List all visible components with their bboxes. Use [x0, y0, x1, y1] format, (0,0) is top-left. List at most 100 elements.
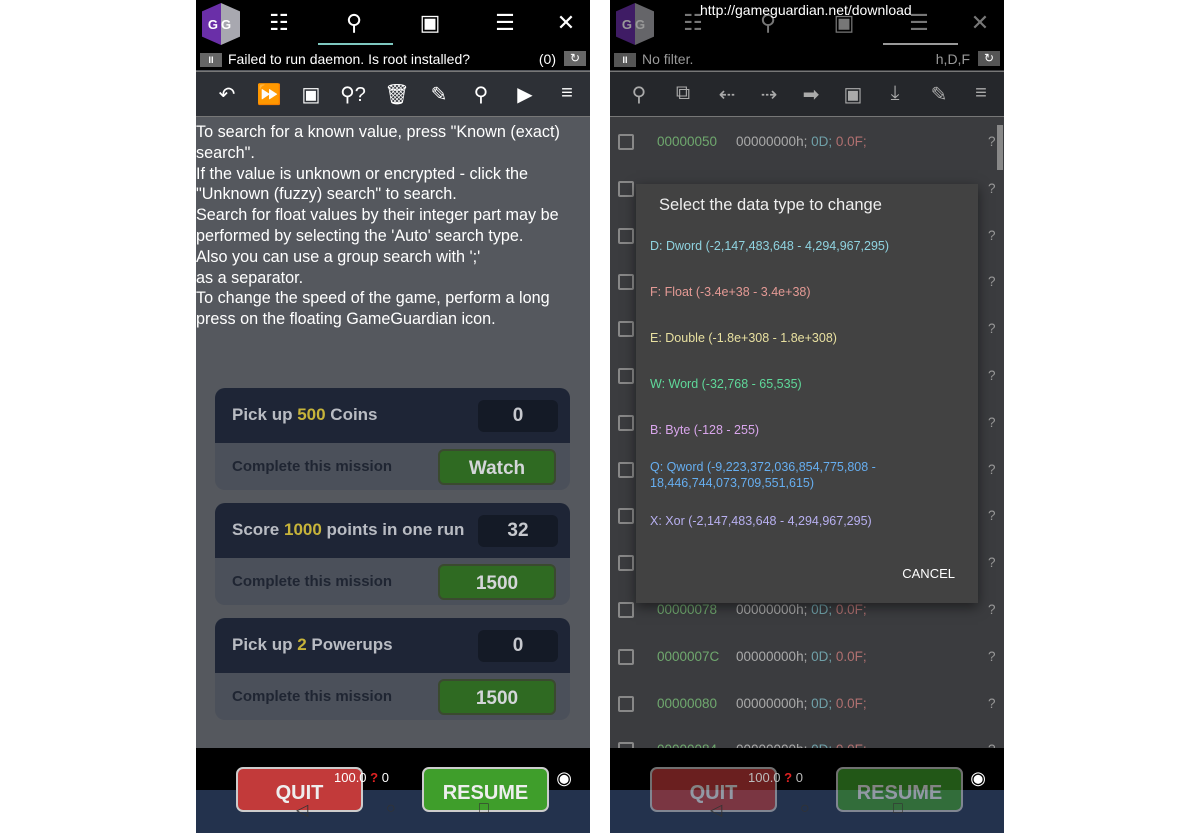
- status-text: Failed to run daemon. Is root installed?: [228, 51, 471, 67]
- search-check-icon[interactable]: ⚲: [624, 82, 654, 107]
- row-checkbox[interactable]: [618, 134, 634, 150]
- eye-icon[interactable]: ◉: [556, 768, 572, 789]
- play-icon[interactable]: ▶: [510, 82, 540, 107]
- filter-text: No filter.: [642, 51, 694, 67]
- table-row[interactable]: 0000007C 00000000h; 0D; 0.0F;?: [610, 642, 1004, 672]
- home-icon[interactable]: ○: [386, 800, 396, 818]
- table-row[interactable]: 00000080 00000000h; 0D; 0.0F;?: [610, 689, 1004, 719]
- row-values: 00000000h; 0D; 0.0F;: [736, 602, 867, 617]
- row-address: 00000078: [657, 602, 718, 617]
- row-type-unknown: ?: [988, 274, 996, 290]
- settings-icon[interactable]: ☷: [259, 8, 299, 38]
- row-checkbox[interactable]: [618, 461, 634, 478]
- row-type-unknown: ?: [988, 648, 996, 664]
- download-link[interactable]: http://gameguardian.net/download: [700, 2, 912, 18]
- edit-icon[interactable]: ✎: [424, 82, 454, 107]
- arrow-left-icon[interactable]: ⇠: [712, 82, 742, 107]
- arrow-right-icon[interactable]: ⇢: [754, 82, 784, 107]
- recents-icon[interactable]: □: [479, 800, 489, 818]
- search-icon[interactable]: ⚲: [466, 82, 496, 107]
- undo-icon[interactable]: ↶: [212, 82, 242, 107]
- right-screen: GG ☷ ⚲ ▣ ☰ ✕ http://gameguardian.net/dow…: [610, 0, 1004, 833]
- help-line: To search for a known value, press "Know…: [196, 123, 560, 162]
- watch-ad-button[interactable]: Watch: [438, 449, 556, 485]
- menu-icon[interactable]: ≡: [552, 82, 582, 105]
- list-icon[interactable]: ☰: [485, 8, 525, 38]
- dialog-title: Select the data type to change: [659, 196, 882, 214]
- recents-icon[interactable]: □: [893, 800, 903, 818]
- row-type-unknown: ?: [988, 555, 996, 571]
- type-flags: h,D,F: [935, 51, 970, 67]
- cancel-button[interactable]: CANCEL: [902, 566, 955, 581]
- data-type-option[interactable]: D: Dword (-2,147,483,648 - 4,294,967,295…: [650, 238, 970, 254]
- fast-forward-icon[interactable]: ⏩: [254, 82, 284, 107]
- speed-indicator[interactable]: 100.0 ? 0: [334, 770, 389, 785]
- back-icon[interactable]: ◁: [296, 800, 308, 820]
- row-values: 00000000h; 0D; 0.0F;: [736, 695, 867, 711]
- mission-card: Pick up 500 Coins 0 Complete this missio…: [215, 388, 570, 490]
- refresh-button[interactable]: ↻: [564, 51, 586, 66]
- table-row[interactable]: 00000050 00000000h; 0D; 0.0F;?: [610, 127, 1004, 157]
- gameguardian-logo[interactable]: GG: [202, 3, 240, 45]
- mission-count: 0: [478, 400, 558, 432]
- close-icon[interactable]: ✕: [960, 8, 1000, 38]
- data-type-option[interactable]: Q: Qword (-9,223,372,036,854,775,808 - 1…: [650, 459, 970, 491]
- gameguardian-logo[interactable]: GG: [616, 3, 654, 45]
- row-checkbox[interactable]: [618, 695, 634, 712]
- row-checkbox[interactable]: [618, 508, 634, 525]
- scrollbar[interactable]: [997, 125, 1003, 170]
- mission-card: Pick up 2 Powerups 0 Complete this missi…: [215, 618, 570, 720]
- copy-icon[interactable]: ⧉: [668, 82, 698, 105]
- save-icon[interactable]: ▣: [838, 82, 868, 107]
- row-checkbox[interactable]: [618, 227, 634, 244]
- row-type-unknown: ?: [988, 134, 996, 149]
- edit-icon[interactable]: ✎: [924, 82, 954, 107]
- row-checkbox[interactable]: [618, 321, 634, 338]
- data-type-option[interactable]: E: Double (-1.8e+308 - 1.8e+308): [650, 330, 970, 346]
- row-checkbox[interactable]: [618, 602, 634, 618]
- help-line: Search for float values by their integer…: [196, 206, 559, 245]
- row-checkbox[interactable]: [618, 414, 634, 431]
- pause-button[interactable]: II: [614, 53, 636, 68]
- home-icon[interactable]: ○: [800, 800, 810, 818]
- row-type-unknown: ?: [988, 414, 996, 430]
- help-line: If the value is unknown or encrypted - c…: [196, 164, 529, 204]
- row-address: 0000007C: [657, 648, 720, 664]
- mission-count: 0: [478, 630, 558, 662]
- reward-button[interactable]: 1500: [438, 679, 556, 715]
- tab-indicator: [883, 43, 958, 45]
- toolbar: ↶ ⏩ ▣ ⚲? 🗑 ✎ ⚲ ▶ ≡: [196, 71, 590, 117]
- row-checkbox[interactable]: [618, 274, 634, 291]
- tab-indicator: [318, 43, 393, 45]
- save-icon[interactable]: ▣: [296, 82, 326, 107]
- go-icon[interactable]: ➡: [796, 82, 826, 107]
- download-icon[interactable]: ⤓: [880, 82, 910, 105]
- header: GG ☷ ⚲ ▣ ☰ ✕ http://gameguardian.net/dow…: [610, 0, 1004, 70]
- fuzzy-search-icon[interactable]: ⚲?: [338, 82, 368, 107]
- row-checkbox[interactable]: [618, 368, 634, 384]
- back-icon[interactable]: ◁: [710, 800, 722, 820]
- row-type-unknown: ?: [988, 695, 996, 711]
- help-line: as a separator.: [196, 268, 304, 287]
- search-icon[interactable]: ⚲: [334, 8, 374, 38]
- mission-subtitle: Complete this mission: [232, 458, 393, 475]
- data-type-option[interactable]: B: Byte (-128 - 255): [650, 422, 970, 438]
- row-type-unknown: ?: [988, 321, 996, 337]
- refresh-button[interactable]: ↻: [978, 51, 1000, 66]
- close-icon[interactable]: ✕: [546, 8, 586, 38]
- pause-button[interactable]: II: [200, 53, 222, 68]
- row-checkbox[interactable]: [618, 180, 634, 197]
- left-screen: GG ☷ ⚲ ▣ ☰ ✕ II Failed to run daemon. Is …: [196, 0, 590, 833]
- speed-indicator[interactable]: 100.0 ? 0: [748, 770, 803, 785]
- delete-icon[interactable]: 🗑: [382, 82, 412, 107]
- data-type-option[interactable]: X: Xor (-2,147,483,648 - 4,294,967,295): [650, 513, 970, 529]
- row-checkbox[interactable]: [618, 555, 634, 572]
- row-type-unknown: ?: [988, 508, 996, 524]
- data-type-option[interactable]: W: Word (-32,768 - 65,535): [650, 376, 970, 392]
- menu-icon[interactable]: ≡: [966, 82, 996, 105]
- save-icon[interactable]: ▣: [410, 8, 450, 38]
- row-checkbox[interactable]: [618, 648, 634, 665]
- data-type-option[interactable]: F: Float (-3.4e+38 - 3.4e+38): [650, 284, 970, 300]
- reward-button[interactable]: 1500: [438, 564, 556, 600]
- eye-icon[interactable]: ◉: [970, 768, 986, 789]
